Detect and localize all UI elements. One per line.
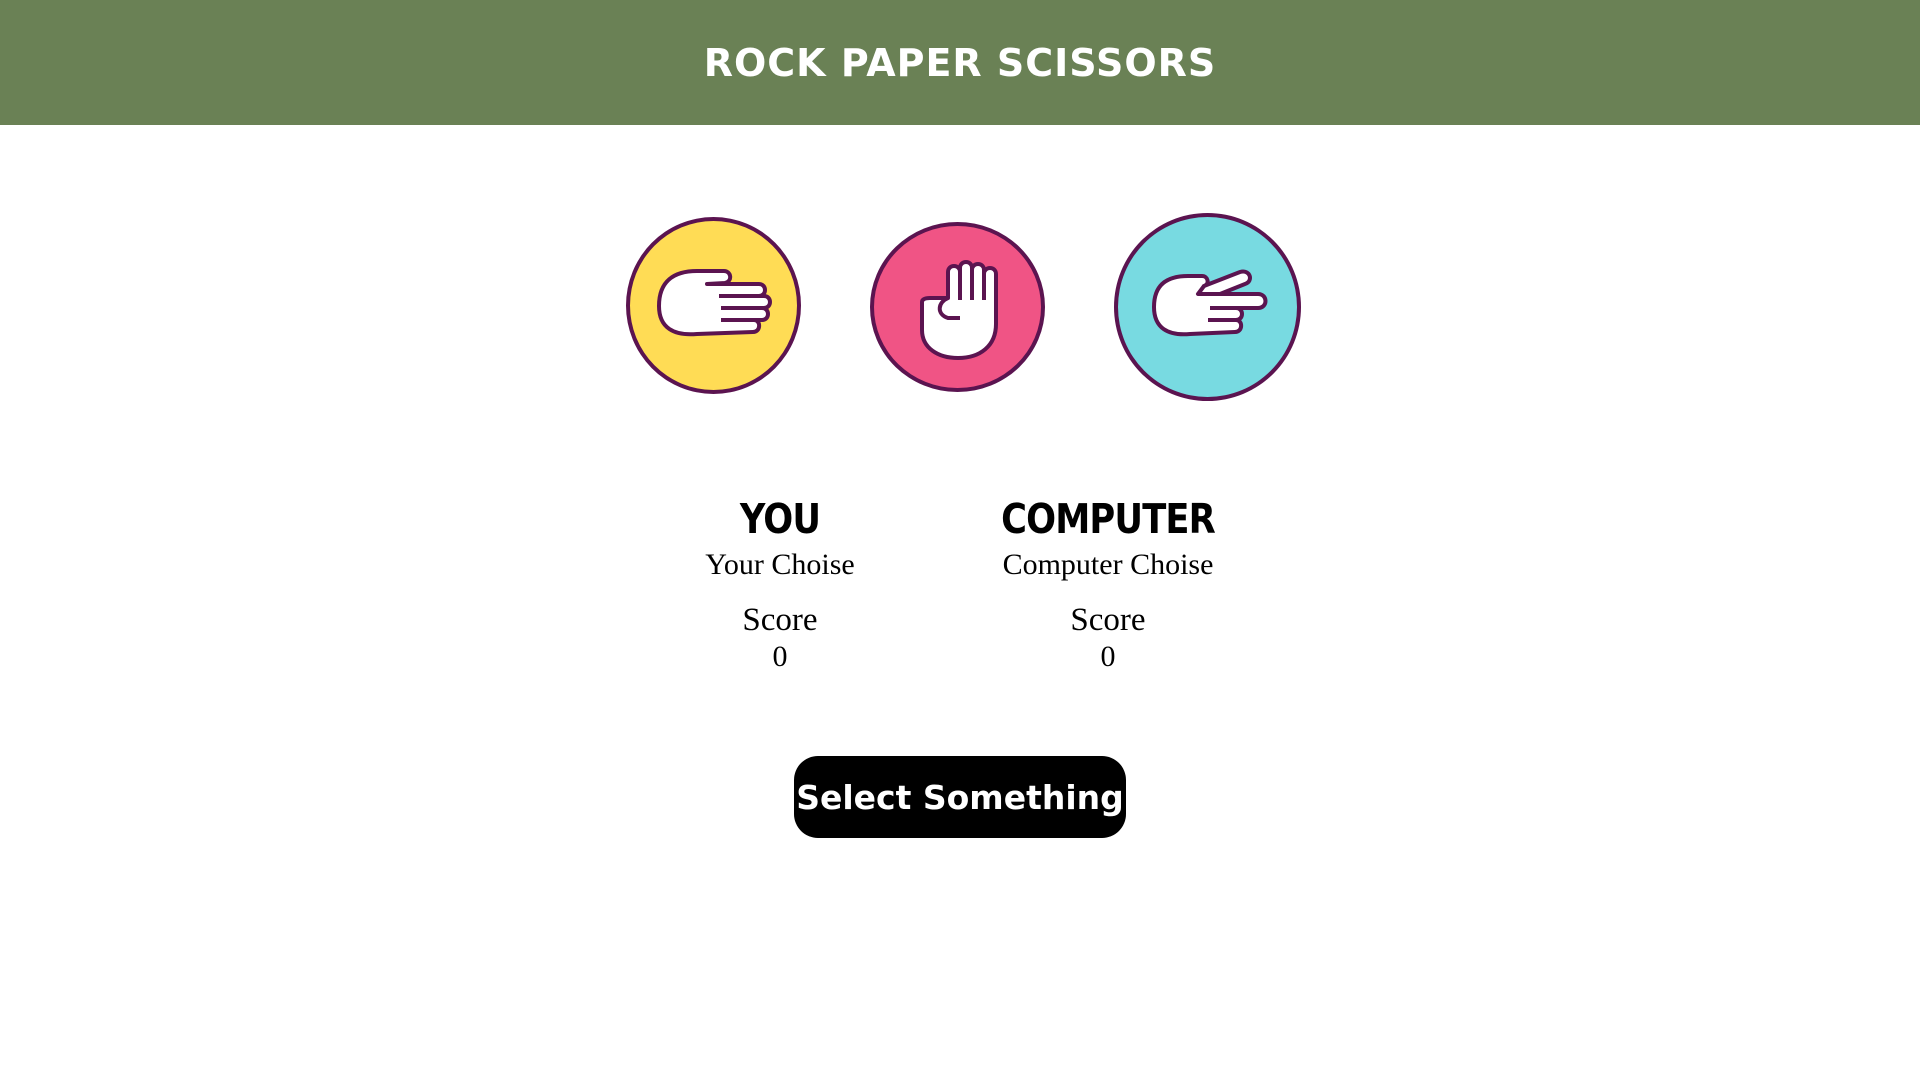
- header-bar: ROCK PAPER SCISSORS: [0, 0, 1920, 125]
- paper-choice-button[interactable]: [626, 217, 801, 394]
- player-you-panel: YOU Your Choise Score 0: [630, 490, 930, 675]
- player-you-score-label: Score: [742, 602, 818, 638]
- player-you-title: YOU: [739, 495, 821, 543]
- player-computer-score-label: Score: [1070, 602, 1146, 638]
- player-computer-score-value: 0: [1100, 640, 1116, 673]
- scissors-choice-button[interactable]: [1114, 213, 1301, 401]
- player-computer-panel: COMPUTER Computer Choise Score 0: [958, 490, 1258, 675]
- page-title: ROCK PAPER SCISSORS: [703, 40, 1217, 85]
- rock-fist-icon: [919, 260, 998, 360]
- player-you-choice: Your Choise: [705, 548, 855, 581]
- player-computer-title: COMPUTER: [1001, 495, 1216, 543]
- scissors-hand-icon: [1151, 269, 1267, 337]
- rock-choice-button[interactable]: [870, 222, 1045, 392]
- player-you-score-value: 0: [772, 640, 788, 673]
- player-computer-choice: Computer Choise: [1002, 548, 1214, 581]
- paper-hand-icon: [656, 268, 772, 336]
- select-something-button[interactable]: Select Something: [794, 756, 1126, 838]
